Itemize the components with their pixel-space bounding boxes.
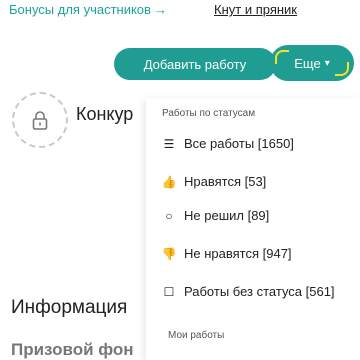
bonus-link[interactable]: Бонусы для участников → — [9, 2, 167, 17]
menu-item-label: Работы без статуса [561] — [184, 284, 335, 299]
arrow-right-icon: → — [153, 2, 167, 17]
square-icon: ☐ — [163, 284, 175, 299]
menu-item-label: Все работы [1650] — [184, 136, 294, 151]
contest-title: Конкур — [76, 104, 134, 124]
menu-item-label: Не нравятся [947] — [184, 246, 292, 261]
status-dropdown-menu: Работы по статусам ☰ Все работы [1650] 👍… — [146, 98, 360, 360]
more-button[interactable]: Еще ▾ — [270, 45, 354, 81]
circle-icon: ○ — [165, 208, 173, 223]
add-work-button[interactable]: Добавить работу — [114, 48, 276, 80]
focus-corner-tl — [275, 50, 289, 64]
more-label: Еще — [294, 55, 321, 71]
menu-item-no-status[interactable]: ☐ Работы без статуса [561] — [162, 284, 335, 299]
menu-item-disliked[interactable]: 👎 Не нравятся [947] — [162, 246, 292, 261]
chevron-down-icon: ▾ — [324, 57, 330, 69]
add-work-label: Добавить работу — [143, 56, 247, 72]
bonus-link-label: Бонусы для участников — [9, 2, 151, 17]
menu-item-liked[interactable]: 👍 Нравятся [53] — [161, 174, 267, 189]
lock-badge — [12, 92, 68, 148]
dropdown-header: Работы по статусам — [162, 108, 256, 119]
knut-link[interactable]: Кнут и пряник — [214, 2, 297, 17]
lock-icon — [32, 111, 48, 130]
menu-item-label: Нравятся [53] — [184, 174, 267, 189]
my-works-link[interactable]: Мои работы — [168, 330, 224, 341]
prize-section-title: Призовой фон — [11, 340, 134, 359]
focus-corner-br — [335, 62, 349, 76]
thumbs-up-icon: 👍 — [161, 174, 177, 189]
thumbs-down-icon: 👎 — [161, 246, 177, 261]
menu-item-label: Не решил [89] — [184, 208, 270, 223]
info-section-title: Информация — [11, 297, 128, 318]
menu-item-all-works[interactable]: ☰ Все работы [1650] — [162, 136, 294, 151]
top-links-bar: Бонусы для участников → Кнут и пряник — [0, 0, 360, 22]
list-icon: ☰ — [163, 136, 175, 151]
menu-item-undecided[interactable]: ○ Не решил [89] — [162, 208, 269, 223]
